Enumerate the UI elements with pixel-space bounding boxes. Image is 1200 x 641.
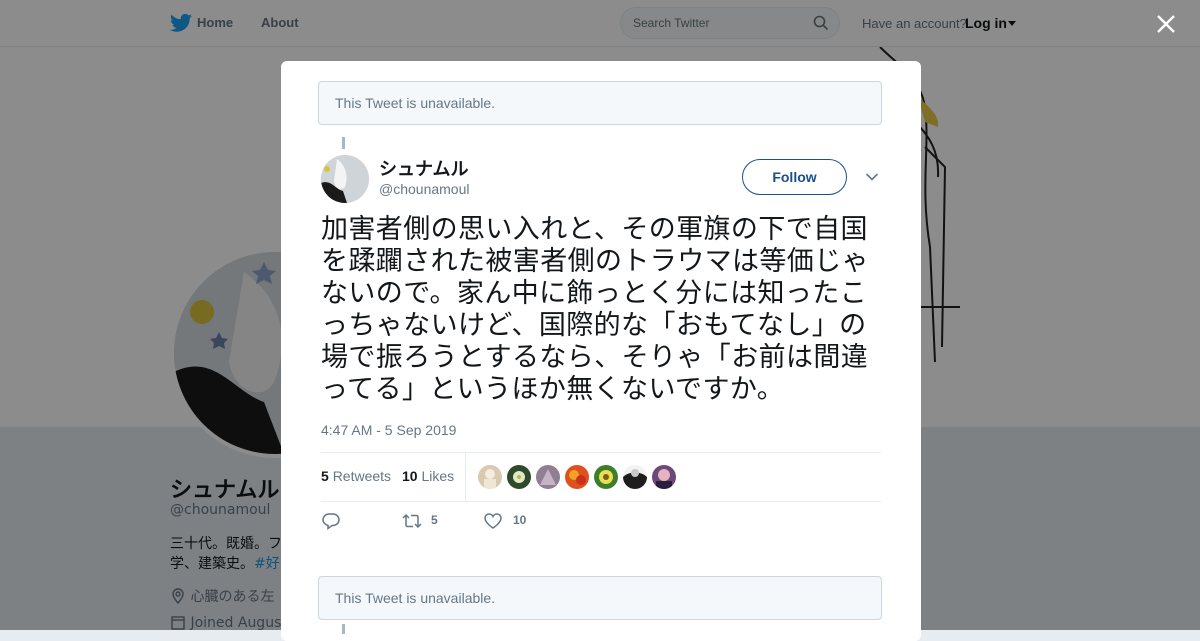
stats-divider [465,453,466,501]
liker-avatar[interactable] [565,465,589,489]
likes-count: 10 [402,468,418,484]
liker-avatar[interactable] [536,465,560,489]
tweet-author-name[interactable]: シュナムル [379,155,468,181]
liker-avatar[interactable] [594,465,618,489]
heart-icon [484,513,502,529]
liker-avatar[interactable] [507,465,531,489]
retweets-count: 5 [321,468,329,484]
reply-button[interactable] [321,510,361,532]
likes-label: Likes [421,468,455,484]
author-avatar-image [321,155,369,203]
close-icon[interactable] [1154,12,1178,36]
tweet-modal: This Tweet is unavailable. シュナムル @chouna… [281,61,921,641]
thread-connector [342,137,345,149]
liker-avatar-image [652,465,676,489]
liker-avatar[interactable] [623,465,647,489]
reply-icon [322,513,340,530]
retweet-count: 5 [431,513,438,527]
liker-avatar-image [565,465,589,489]
follow-button[interactable]: Follow [742,159,847,195]
thread-connector [342,624,345,634]
liker-avatar-image [536,465,560,489]
like-count: 10 [513,513,527,527]
liker-avatar-image [594,465,618,489]
tweet-author-avatar[interactable] [321,155,369,203]
liker-avatar-image [507,465,531,489]
tweet-stats: 5 Retweets 10 Likes [321,452,881,502]
retweets-label: Retweets [332,468,392,484]
unavailable-tweet-notice: This Tweet is unavailable. [318,81,882,125]
likes-stat[interactable]: 10 Likes [402,468,454,484]
liker-avatar-image [623,465,647,489]
tweet-timestamp[interactable]: 4:47 AM - 5 Sep 2019 [321,422,456,438]
retweet-icon [402,513,422,529]
unavailable-tweet-notice: This Tweet is unavailable. [318,576,882,620]
retweet-button[interactable]: 5 [401,510,461,532]
retweets-stat[interactable]: 5 Retweets [321,468,391,484]
chevron-down-icon[interactable] [865,172,879,182]
like-button[interactable]: 10 [483,510,543,532]
liker-avatar[interactable] [652,465,676,489]
tweet-actions: 5 10 [321,510,881,532]
liker-avatar[interactable] [478,465,502,489]
tweet-author-handle[interactable]: @chounamoul [379,181,470,197]
liker-avatar-image [478,465,502,489]
tweet-text: 加害者側の思い入れと、その軍旗の下で自国を蹂躙された被害者側のトラウマは等価じゃ… [321,214,869,405]
